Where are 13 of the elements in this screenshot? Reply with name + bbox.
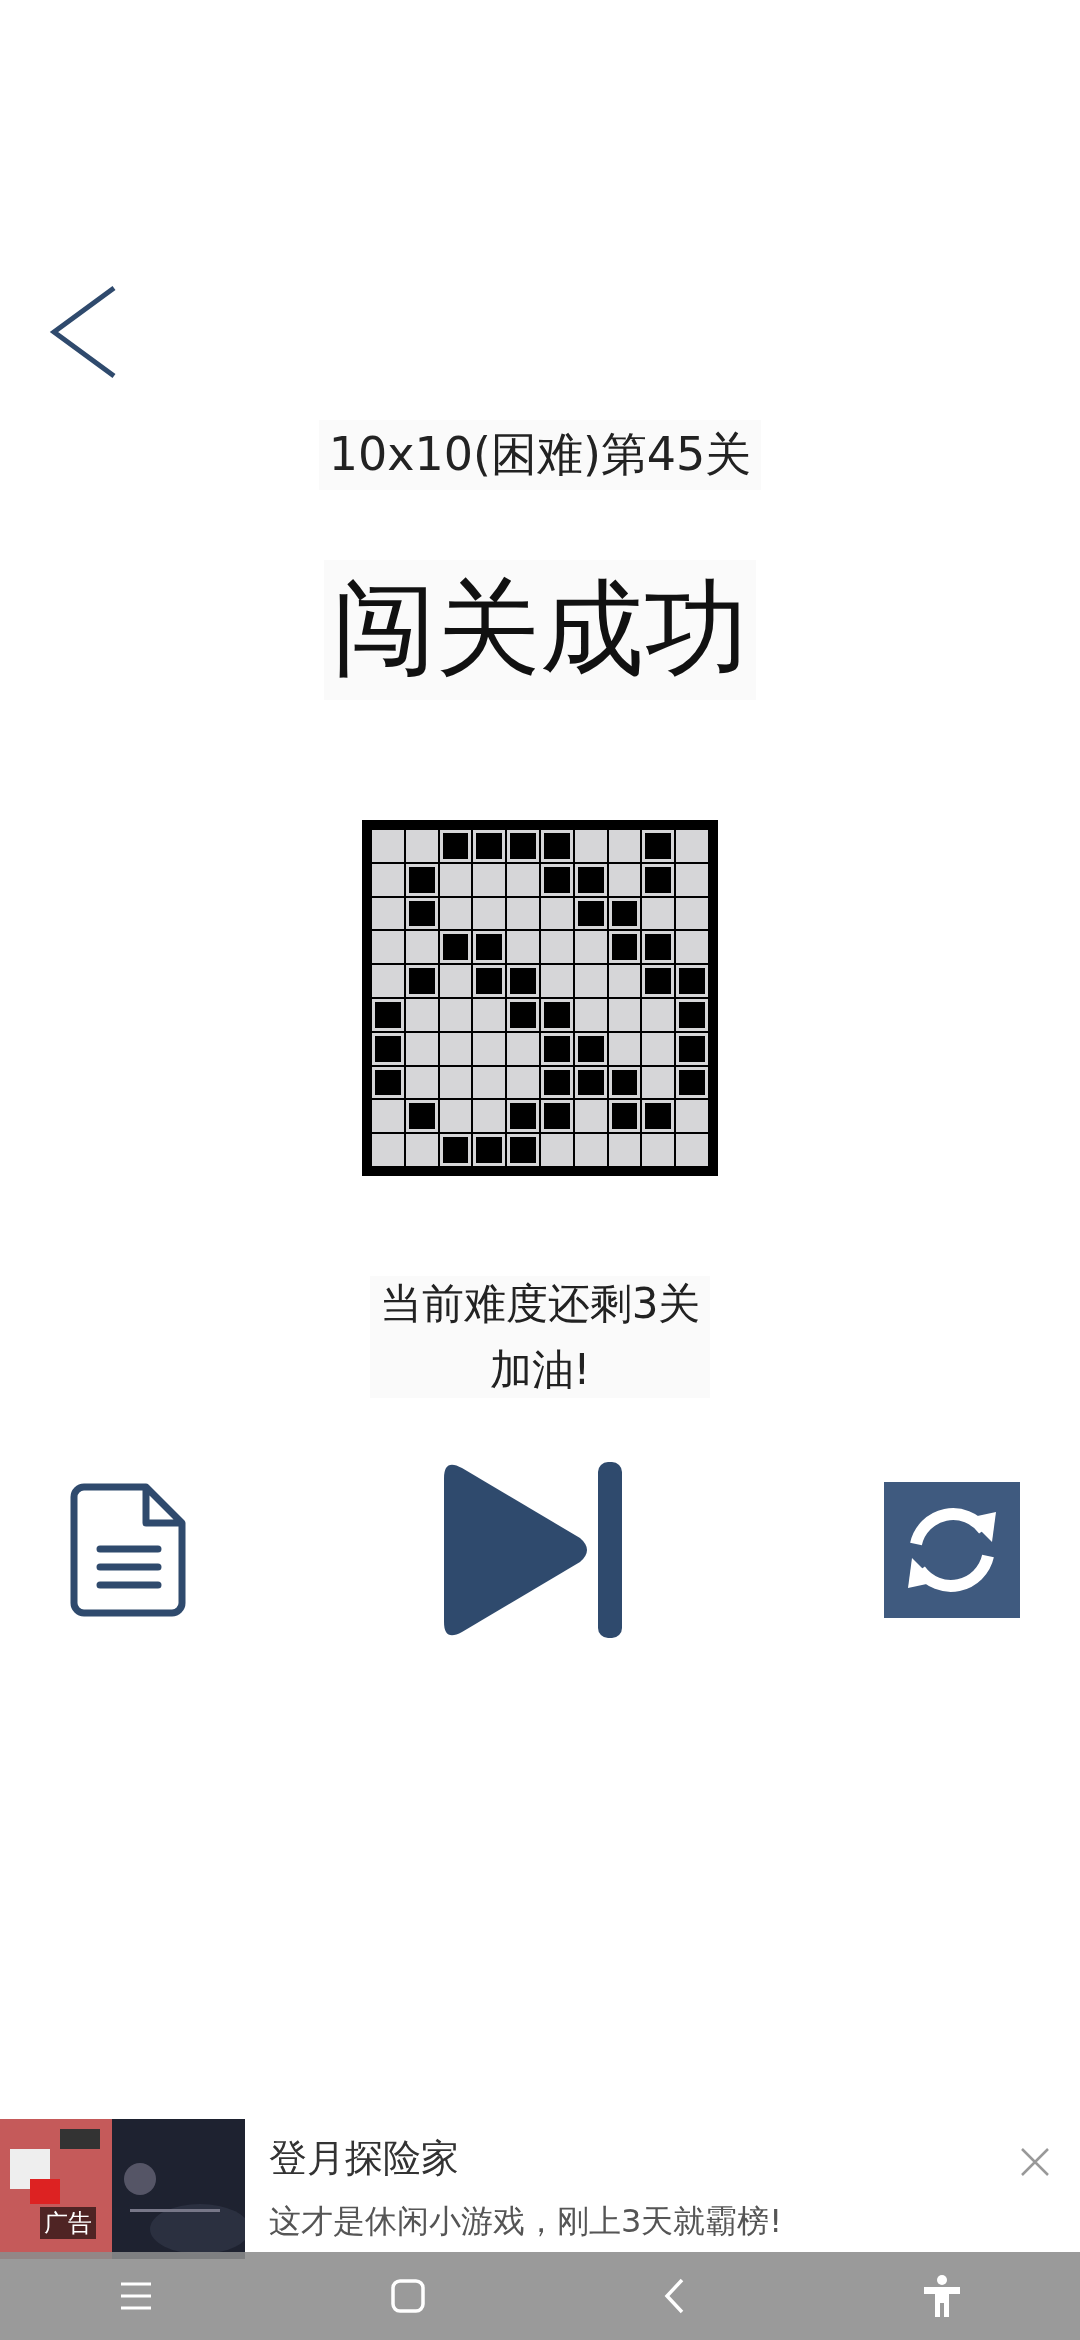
ad-title[interactable]: 登月探险家 <box>269 2133 1020 2184</box>
level-title: 10x10(困难)第45关 <box>318 420 762 490</box>
accessibility-icon[interactable] <box>922 2275 961 2317</box>
ad-label: 广告 <box>40 2207 96 2239</box>
home-icon[interactable] <box>390 2279 425 2313</box>
refresh-icon[interactable] <box>884 1482 1020 1618</box>
message-text: 当前难度还剩3关 <box>379 1278 701 1330</box>
message-text: 加油! <box>489 1344 591 1396</box>
close-icon[interactable] <box>1020 2147 1050 2177</box>
result-title: 闯关成功 <box>324 560 756 700</box>
document-icon[interactable] <box>70 1483 186 1617</box>
menu-icon[interactable] <box>119 2281 152 2311</box>
ad-text[interactable]: 这才是休闲小游戏，刚上3天就霸榜! <box>269 2200 1020 2244</box>
